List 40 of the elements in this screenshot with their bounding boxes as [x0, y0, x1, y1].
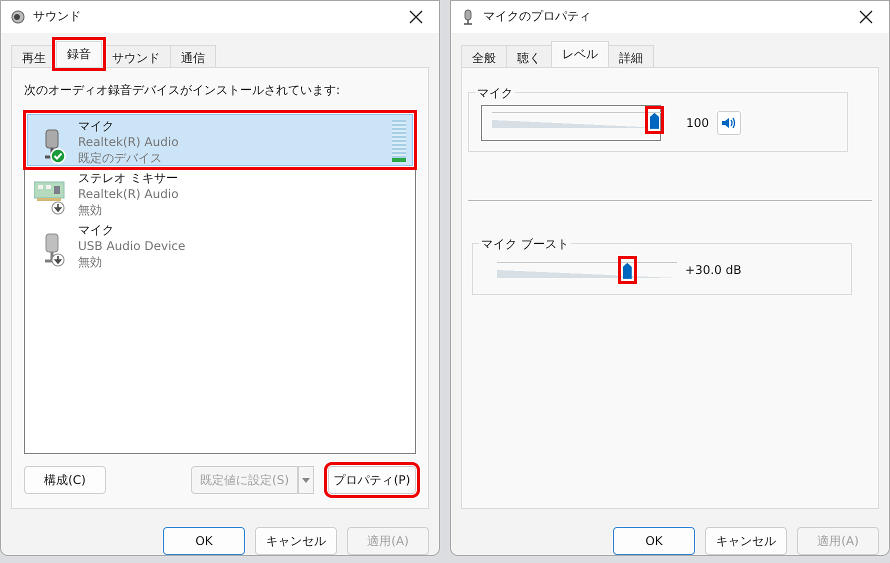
device-item[interactable]: ステレオ ミキサー Realtek(R) Audio 無効 [27, 166, 413, 218]
close-icon[interactable] [859, 10, 873, 24]
instruction-text: 次のオーディオ録音デバイスがインストールされています: [24, 82, 342, 99]
device-status: 既定のデバイス [78, 150, 163, 166]
level-reading: +30.0 dB [685, 262, 742, 277]
tab[interactable]: 通信 [170, 44, 216, 67]
tab[interactable]: 聴く [506, 44, 552, 67]
slider-thumb[interactable] [650, 112, 659, 129]
tab[interactable]: サウンド [101, 44, 171, 67]
device-name: ステレオ ミキサー [78, 170, 179, 186]
dialog-button[interactable]: キャンセル [705, 527, 787, 555]
device-name: マイク [78, 118, 115, 134]
device-driver: Realtek(R) Audio [78, 186, 180, 202]
dialog-button[interactable]: キャンセル [255, 527, 337, 555]
speaker-button[interactable] [717, 110, 741, 135]
device-item[interactable]: マイク USB Audio Device 無効 [27, 218, 413, 270]
slider-thumb[interactable] [622, 262, 632, 279]
close-icon[interactable] [409, 10, 423, 24]
window-title: マイクのプロパティ [483, 8, 592, 26]
speaker-icon [721, 116, 737, 129]
tab[interactable]: 全般 [461, 44, 507, 67]
microphone-icon [461, 8, 475, 25]
ok-button[interactable]: OK [613, 527, 695, 555]
speaker-icon [11, 10, 25, 24]
window-title: サウンド [33, 8, 82, 26]
ok-button[interactable]: OK [163, 527, 245, 555]
dropdown-button[interactable] [298, 466, 314, 494]
device-name: マイク [78, 222, 115, 238]
tab[interactable]: 詳細 [608, 44, 654, 67]
level-meter [392, 120, 406, 162]
device-driver: Realtek(R) Audio [78, 134, 180, 150]
configure-button[interactable]: 構成(C) [24, 466, 106, 494]
device-status: 無効 [78, 202, 103, 218]
caret-icon [302, 478, 310, 482]
device-driver: USB Audio Device [78, 238, 186, 254]
tab[interactable]: レベル [551, 40, 609, 67]
group-label: マイク ブースト [479, 236, 571, 253]
level-reading: 100 [685, 116, 709, 130]
device-status: 無効 [78, 254, 103, 270]
tab[interactable]: 再生 [11, 44, 57, 67]
